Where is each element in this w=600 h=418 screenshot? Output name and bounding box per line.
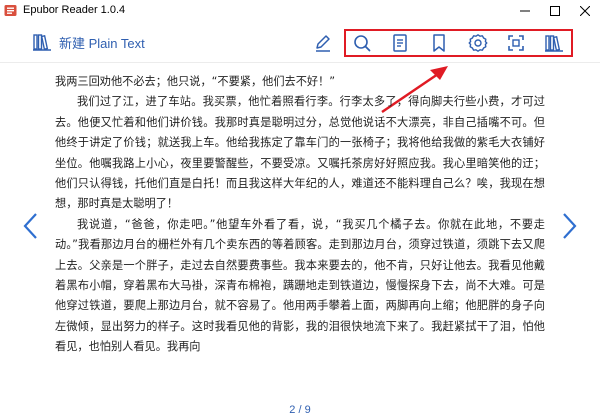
maximize-button[interactable] [540,0,570,22]
minimize-button[interactable] [510,0,540,22]
close-icon [580,6,590,16]
books-icon [33,34,51,51]
paragraph: 我两三回劝他不必去；他只说，“不要紧，他们去不好！” [55,75,336,88]
chevron-left-icon [23,213,37,239]
library-button[interactable]: 新建 Plain Text [33,31,145,53]
reading-pane: 我两三回劝他不必去；他只说，“不要紧，他们去不好！” 我们过了江，进了车站。我买… [55,72,545,358]
paragraph: 我说道，“爸爸，你走吧。”他望车外看了看，说，“我买几个橘子去。你就在此地，不要… [55,217,545,354]
maximize-icon [550,6,560,16]
paragraph: 我们过了江，进了车站。我买票，他忙着照看行李。行李太多了，得向脚夫行些小费，才可… [55,95,545,211]
title-bar: Epubor Reader 1.0.4 [0,0,600,22]
pen-icon [316,35,330,52]
page-indicator: 2 / 9 [289,404,311,416]
app-logo-icon [4,5,17,16]
next-page-button[interactable] [560,212,578,240]
close-button[interactable] [570,0,600,22]
minimize-icon [520,10,530,12]
toolbar-highlight-box [344,29,573,57]
prev-page-button[interactable] [22,212,40,240]
book-title-label: 新建 Plain Text [59,35,145,51]
window-title: Epubor Reader 1.0.4 [23,4,126,16]
annotate-button[interactable] [313,33,333,53]
chevron-right-icon [563,213,577,239]
